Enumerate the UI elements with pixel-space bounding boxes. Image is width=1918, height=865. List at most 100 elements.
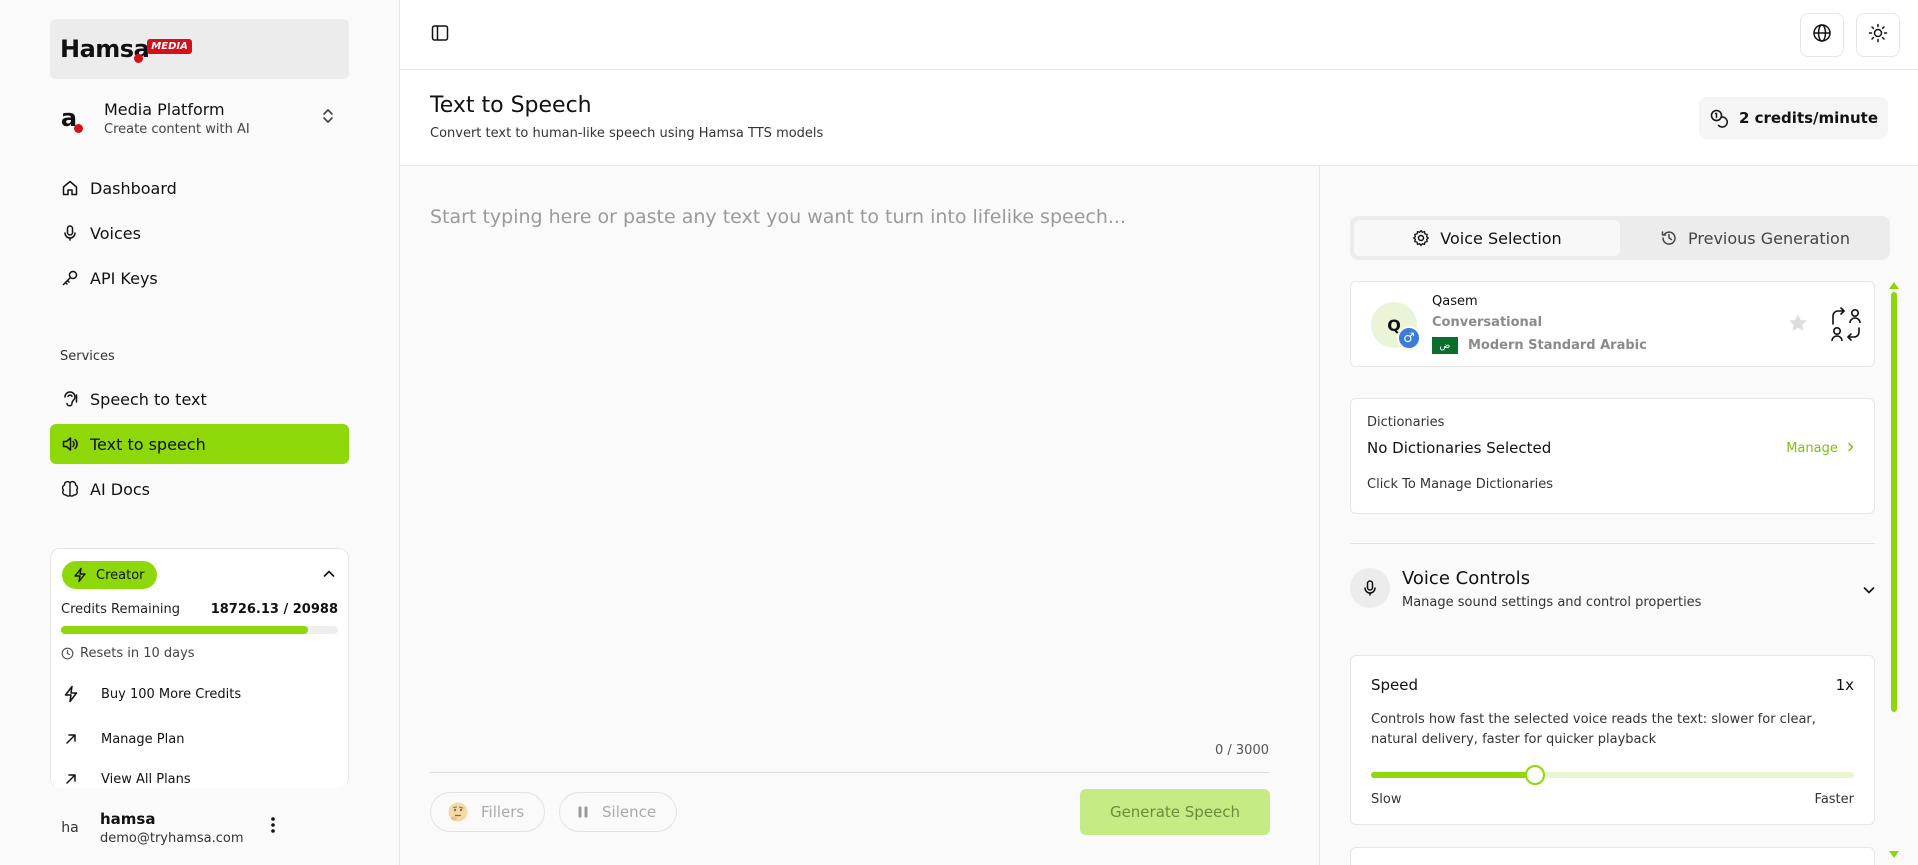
brand-logo[interactable]: Hamsa MEDIA	[50, 19, 349, 79]
resets-info: Resets in 10 days	[61, 646, 195, 661]
globe-icon	[1812, 23, 1832, 47]
user-name: hamsa	[100, 809, 156, 828]
nav-ai-docs-label: AI Docs	[90, 479, 150, 499]
tab-voice-selection[interactable]: Voice Selection	[1354, 220, 1620, 256]
dictionaries-card[interactable]: Dictionaries No Dictionaries Selected Ma…	[1350, 398, 1875, 514]
saudi-flag-icon: ض	[1432, 337, 1458, 354]
lightning-icon	[72, 567, 88, 583]
buy-credits-label: Buy 100 More Credits	[101, 686, 242, 702]
voice-controls-title: Voice Controls	[1402, 568, 1531, 589]
chevrons-up-down-icon	[321, 107, 335, 129]
sidebar-toggle-icon[interactable]	[430, 23, 450, 47]
org-switcher[interactable]: a Media Platform Create content with AI	[50, 93, 349, 143]
dictionaries-status: No Dictionaries Selected	[1367, 439, 1552, 457]
ear-icon	[60, 389, 80, 409]
speed-slider-thumb[interactable]	[1525, 765, 1546, 785]
slow-label: Slow	[1371, 792, 1402, 807]
dictionaries-label: Dictionaries	[1367, 415, 1445, 430]
nav-api-keys[interactable]: API Keys	[50, 258, 349, 298]
thinking-face-icon	[447, 801, 469, 823]
scrollbar-thumb[interactable]	[1891, 292, 1897, 712]
credits-progress-fill	[61, 626, 309, 634]
chevron-down-icon[interactable]	[1862, 582, 1876, 601]
lightning-icon	[61, 685, 81, 703]
credits-label: Credits Remaining	[61, 602, 181, 617]
nav-dashboard[interactable]: Dashboard	[50, 168, 349, 208]
star-icon[interactable]	[1787, 312, 1809, 340]
brain-icon	[60, 479, 80, 499]
silence-label: Silence	[602, 803, 657, 821]
tab-previous-generation[interactable]: Previous Generation	[1624, 220, 1886, 256]
key-icon	[60, 268, 80, 288]
chevron-up-icon[interactable]	[322, 566, 336, 585]
plan-card: Creator Credits Remaining 18726.13 / 209…	[50, 548, 349, 788]
credit-rate-text: 2 credits/minute	[1738, 109, 1878, 127]
top-bar	[400, 0, 1918, 70]
view-plans-link[interactable]: View All Plans	[61, 764, 191, 788]
view-plans-label: View All Plans	[101, 771, 191, 787]
speed-slider-fill	[1371, 772, 1536, 778]
manage-plan-label: Manage Plan	[101, 731, 185, 747]
nav-voices-label: Voices	[90, 223, 141, 243]
theme-toggle-button[interactable]	[1856, 13, 1900, 57]
page-title: Text to Speech	[430, 93, 592, 118]
scroll-up-arrow[interactable]	[1889, 282, 1899, 289]
sidebar: Hamsa MEDIA a Media Platform Create cont…	[0, 0, 400, 865]
voice-controls-subtitle: Manage sound settings and control proper…	[1402, 595, 1702, 610]
resets-text: Resets in 10 days	[80, 646, 195, 661]
credit-rate-badge: 2 credits/minute	[1698, 97, 1888, 139]
arrow-up-right-icon	[61, 772, 81, 786]
buy-credits-link[interactable]: Buy 100 More Credits	[61, 679, 241, 709]
tab-voice-selection-label: Voice Selection	[1440, 228, 1562, 248]
user-email: demo@tryhamsa.com	[100, 830, 244, 846]
home-icon	[60, 178, 80, 198]
faster-label: Faster	[1814, 792, 1854, 807]
coins-icon	[1709, 108, 1729, 128]
microphone-icon	[60, 223, 80, 243]
page-subtitle: Convert text to human-like speech using …	[430, 126, 824, 141]
swap-voice-icon[interactable]	[1829, 306, 1863, 346]
silence-button[interactable]: Silence	[559, 792, 678, 832]
gear-icon	[1412, 229, 1430, 247]
speed-title: Speed	[1371, 676, 1419, 694]
manage-dictionaries-link[interactable]: Manage	[1786, 441, 1856, 456]
speed-description: Controls how fast the selected voice rea…	[1371, 712, 1816, 747]
microphone-icon	[1350, 568, 1390, 608]
fillers-label: Fillers	[481, 803, 525, 821]
nav-api-keys-label: API Keys	[90, 268, 158, 288]
credits-row: Credits Remaining 18726.13 / 20988	[61, 602, 338, 617]
org-logo: a	[50, 99, 88, 137]
speed-slider[interactable]	[1371, 765, 1854, 785]
org-name: Media Platform	[104, 99, 225, 119]
text-editor-panel: 0 / 3000 Fillers Silence Generate Speech	[400, 166, 1320, 865]
plan-badge: Creator	[62, 561, 157, 589]
panel-tabs: Voice Selection Previous Generation	[1350, 216, 1890, 260]
speaker-icon	[60, 434, 80, 454]
speed-control-card: Speed 1x Controls how fast the selected …	[1350, 655, 1875, 825]
section-divider	[1350, 543, 1875, 544]
logo-dot	[133, 53, 143, 63]
language-button[interactable]	[1800, 13, 1844, 57]
user-profile[interactable]: ha hamsa demo@tryhamsa.com	[50, 800, 349, 855]
nav-text-to-speech[interactable]: Text to speech	[50, 424, 349, 464]
pause-icon	[576, 805, 590, 819]
male-gender-icon: ♂	[1397, 326, 1421, 350]
avatar: ha	[61, 819, 79, 836]
next-control-card	[1350, 847, 1875, 865]
clock-icon	[61, 647, 74, 660]
nav-voices[interactable]: Voices	[50, 213, 349, 253]
selected-voice-card[interactable]: Q ♂ Qasem Conversational ض Modern Standa…	[1350, 281, 1875, 367]
scroll-down-arrow[interactable]	[1889, 851, 1899, 858]
fillers-button[interactable]: Fillers	[430, 792, 546, 832]
nav-speech-to-text-label: Speech to text	[90, 389, 207, 409]
text-input[interactable]	[430, 206, 1290, 706]
more-vertical-icon[interactable]	[270, 816, 276, 838]
arrow-up-right-icon	[61, 732, 81, 746]
generate-speech-button[interactable]: Generate Speech	[1080, 789, 1270, 835]
speed-value: 1x	[1835, 676, 1854, 694]
tab-previous-generation-label: Previous Generation	[1688, 228, 1850, 248]
manage-plan-link[interactable]: Manage Plan	[61, 724, 184, 754]
nav-ai-docs[interactable]: AI Docs	[50, 469, 349, 509]
character-counter: 0 / 3000	[1215, 743, 1269, 758]
nav-speech-to-text[interactable]: Speech to text	[50, 379, 349, 419]
